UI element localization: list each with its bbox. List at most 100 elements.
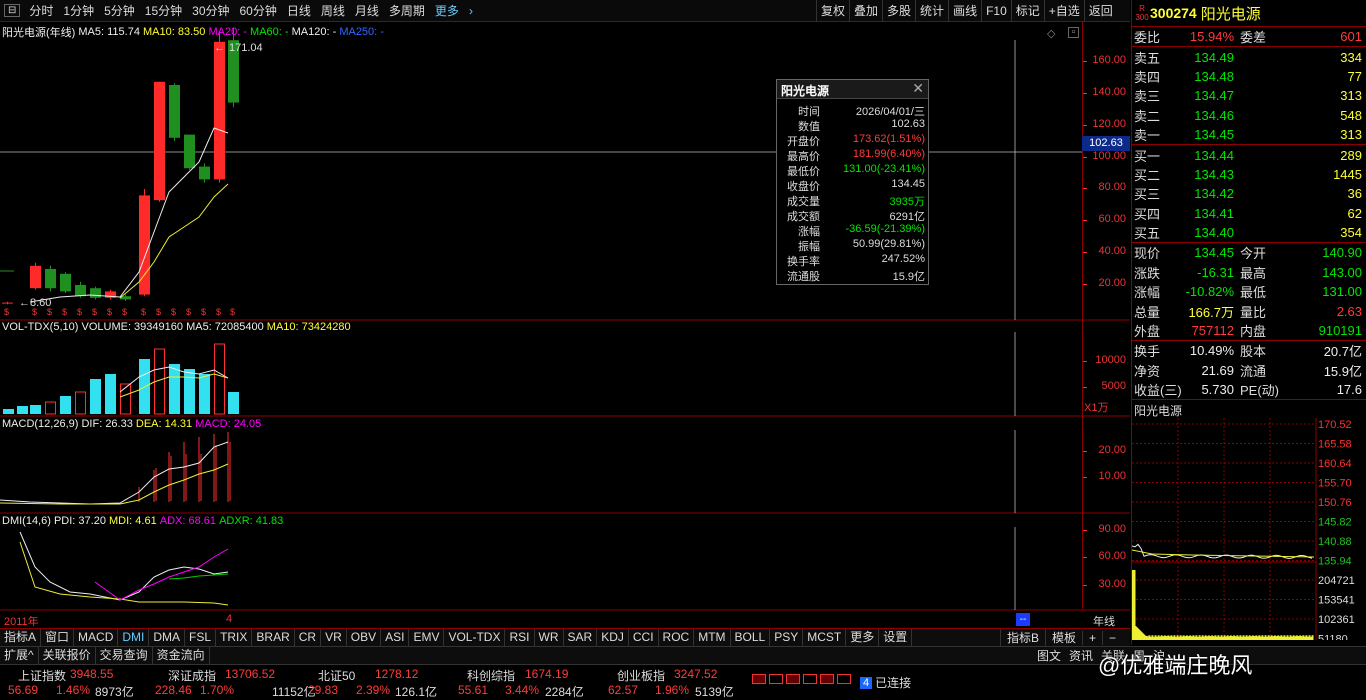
- close-icon[interactable]: ✕: [912, 80, 924, 97]
- toolbar-right-button-4[interactable]: 画线: [948, 0, 981, 22]
- indicator-tab-kdj[interactable]: KDJ: [597, 629, 629, 646]
- indicator-tab-vr[interactable]: VR: [321, 629, 347, 646]
- indicator-tab-trix[interactable]: TRIX: [216, 629, 253, 646]
- toolbar-right-button-8[interactable]: 返回: [1083, 0, 1117, 22]
- ask-row[interactable]: 卖四 134.48 77: [1134, 67, 1364, 86]
- indicator-tab-brar[interactable]: BRAR: [252, 629, 295, 646]
- indicator-tab-指标a[interactable]: 指标A: [0, 629, 42, 646]
- indicator-tab-roc[interactable]: ROC: [659, 629, 695, 646]
- tooltip-value: 3935万: [889, 196, 925, 208]
- quote-cell: 换手: [1134, 344, 1161, 360]
- index-name[interactable]: 创业板指: [617, 667, 665, 684]
- extension-tab[interactable]: 交易查询: [96, 647, 153, 664]
- index-name[interactable]: 北证50: [318, 667, 355, 684]
- indicator-tab-mtm[interactable]: MTM: [694, 629, 731, 646]
- toolbar-right-button-6[interactable]: 标记: [1010, 0, 1044, 22]
- candle-body: [75, 285, 86, 297]
- tooltip-value: 173.62(1.51%): [852, 133, 925, 145]
- toolbar-right-button-7[interactable]: +自选: [1043, 0, 1084, 22]
- toolbar-right-button-5[interactable]: F10: [981, 0, 1011, 22]
- period-tab-2[interactable]: 5分钟: [99, 2, 140, 19]
- indicator-tab-更多[interactable]: 更多: [846, 629, 880, 646]
- diamond-icon[interactable]: ◇: [1047, 27, 1055, 40]
- indicator-right-tab[interactable]: −: [1102, 630, 1122, 645]
- index-name[interactable]: 科创综指: [467, 667, 515, 684]
- indicator-tab-psy[interactable]: PSY: [770, 629, 804, 646]
- low-arrow-icon: ←: [19, 297, 30, 309]
- indicator-tab-cr[interactable]: CR: [295, 629, 322, 646]
- indicator-tab-设置[interactable]: 设置: [879, 629, 913, 646]
- quote-cell: 股本: [1240, 344, 1267, 360]
- ask-row[interactable]: 卖五 134.49 334: [1134, 47, 1364, 66]
- indicator-tab-dma[interactable]: DMA: [149, 629, 186, 646]
- index-value: 3247.52: [674, 667, 718, 681]
- macd-dif: DIF: 26.33: [81, 418, 133, 430]
- indicator-tab-窗口[interactable]: 窗口: [41, 629, 75, 646]
- indicator-tab-sar[interactable]: SAR: [564, 629, 598, 646]
- panel-expand-icon[interactable]: ▫: [1068, 27, 1079, 38]
- period-tab-9[interactable]: 多周期: [384, 2, 430, 19]
- indicator-tab-obv[interactable]: OBV: [347, 629, 382, 646]
- index-value: 3948.55: [70, 667, 114, 681]
- intraday-mini-chart[interactable]: 170.52 165.58 160.64 155.70 150.76 145.82 140.…: [1131, 418, 1366, 646]
- quote-cell: 最高: [1240, 265, 1267, 281]
- bid-volume: 62: [1347, 205, 1362, 221]
- dmi-pdi: PDI: 37.20: [53, 515, 106, 527]
- ask-row[interactable]: 卖三 134.47 313: [1134, 86, 1364, 105]
- toolbar-right-button-1[interactable]: 叠加: [849, 0, 882, 22]
- period-tab-0[interactable]: 分时: [24, 2, 58, 19]
- period-tab-3[interactable]: 15分钟: [140, 2, 187, 19]
- crosshair-x-marker: --: [1016, 613, 1030, 626]
- connection-status[interactable]: 4 已连接: [860, 674, 911, 691]
- indicator-tab-cci[interactable]: CCI: [629, 629, 659, 646]
- indicator-right-tab[interactable]: 模板: [1045, 629, 1082, 646]
- vol-volume: VOLUME: 39349160: [81, 321, 183, 333]
- bid-label: 买三: [1134, 187, 1161, 203]
- price-axis-tick: [1083, 61, 1087, 62]
- indicator-tab-rsi[interactable]: RSI: [505, 629, 535, 646]
- indicator-tab-macd[interactable]: MACD: [74, 629, 119, 646]
- extension-right-tab[interactable]: 资讯: [1065, 647, 1097, 664]
- index-name[interactable]: 深证成指: [168, 667, 216, 684]
- extension-tab[interactable]: 资金流向: [153, 647, 210, 664]
- indicator-tab-mcst[interactable]: MCST: [803, 629, 847, 646]
- tooltip-key: 收盘价: [787, 181, 820, 193]
- low-label: 8.60: [30, 297, 52, 309]
- more-periods-button[interactable]: 更多: [430, 2, 464, 19]
- indicator-tab-emv[interactable]: EMV: [409, 629, 445, 646]
- period-tab-7[interactable]: 周线: [316, 2, 350, 19]
- toolbar-menu-icon[interactable]: ⊟: [4, 4, 21, 17]
- period-tab-4[interactable]: 30分钟: [187, 2, 234, 19]
- bid-row[interactable]: 买五 134.40 354: [1134, 223, 1364, 242]
- extension-tab[interactable]: 扩展^: [0, 647, 39, 664]
- period-tab-1[interactable]: 1分钟: [58, 2, 99, 19]
- ask-row[interactable]: 卖二 134.46 548: [1134, 106, 1364, 125]
- bid-row[interactable]: 买二 134.43 1445: [1134, 165, 1364, 184]
- ask-row[interactable]: 卖一 134.45 313: [1134, 125, 1364, 144]
- period-tab-5[interactable]: 60分钟: [235, 2, 282, 19]
- indicator-tab-asi[interactable]: ASI: [381, 629, 410, 646]
- period-tab-6[interactable]: 日线: [282, 2, 316, 19]
- indicator-right-tab[interactable]: 指标B: [1000, 629, 1045, 646]
- toolbar-right-button-0[interactable]: 复权: [816, 0, 849, 22]
- indicator-right-tab[interactable]: +: [1082, 630, 1102, 645]
- bid-row[interactable]: 买三 134.42 36: [1134, 184, 1364, 203]
- chevron-right-icon[interactable]: ›: [464, 4, 478, 18]
- toolbar-right-button-2[interactable]: 多股: [882, 0, 915, 22]
- tooltip-value: 131.00(-23.41%): [843, 163, 925, 175]
- quote-cell: 910191: [1318, 323, 1362, 339]
- index-name[interactable]: 上证指数: [18, 667, 66, 684]
- indicator-tab-boll[interactable]: BOLL: [731, 629, 771, 646]
- indicator-tab-wr[interactable]: WR: [535, 629, 564, 646]
- extension-tab[interactable]: 关联报价: [39, 647, 96, 664]
- period-tab-8[interactable]: 月线: [350, 2, 384, 19]
- toolbar-right-button-3[interactable]: 统计: [915, 0, 948, 22]
- bid-row[interactable]: 买一 134.44 289: [1134, 145, 1364, 164]
- bid-row[interactable]: 买四 134.41 62: [1134, 204, 1364, 223]
- indicator-tab-fsl[interactable]: FSL: [185, 629, 217, 646]
- indicator-tab-vol-tdx[interactable]: VOL-TDX: [444, 629, 506, 646]
- extension-right-tab[interactable]: 图文: [1033, 647, 1065, 664]
- index-value: 1278.12: [375, 667, 419, 681]
- mini-axis-label: 140.88: [1318, 536, 1352, 548]
- indicator-tab-dmi[interactable]: DMI: [118, 629, 150, 646]
